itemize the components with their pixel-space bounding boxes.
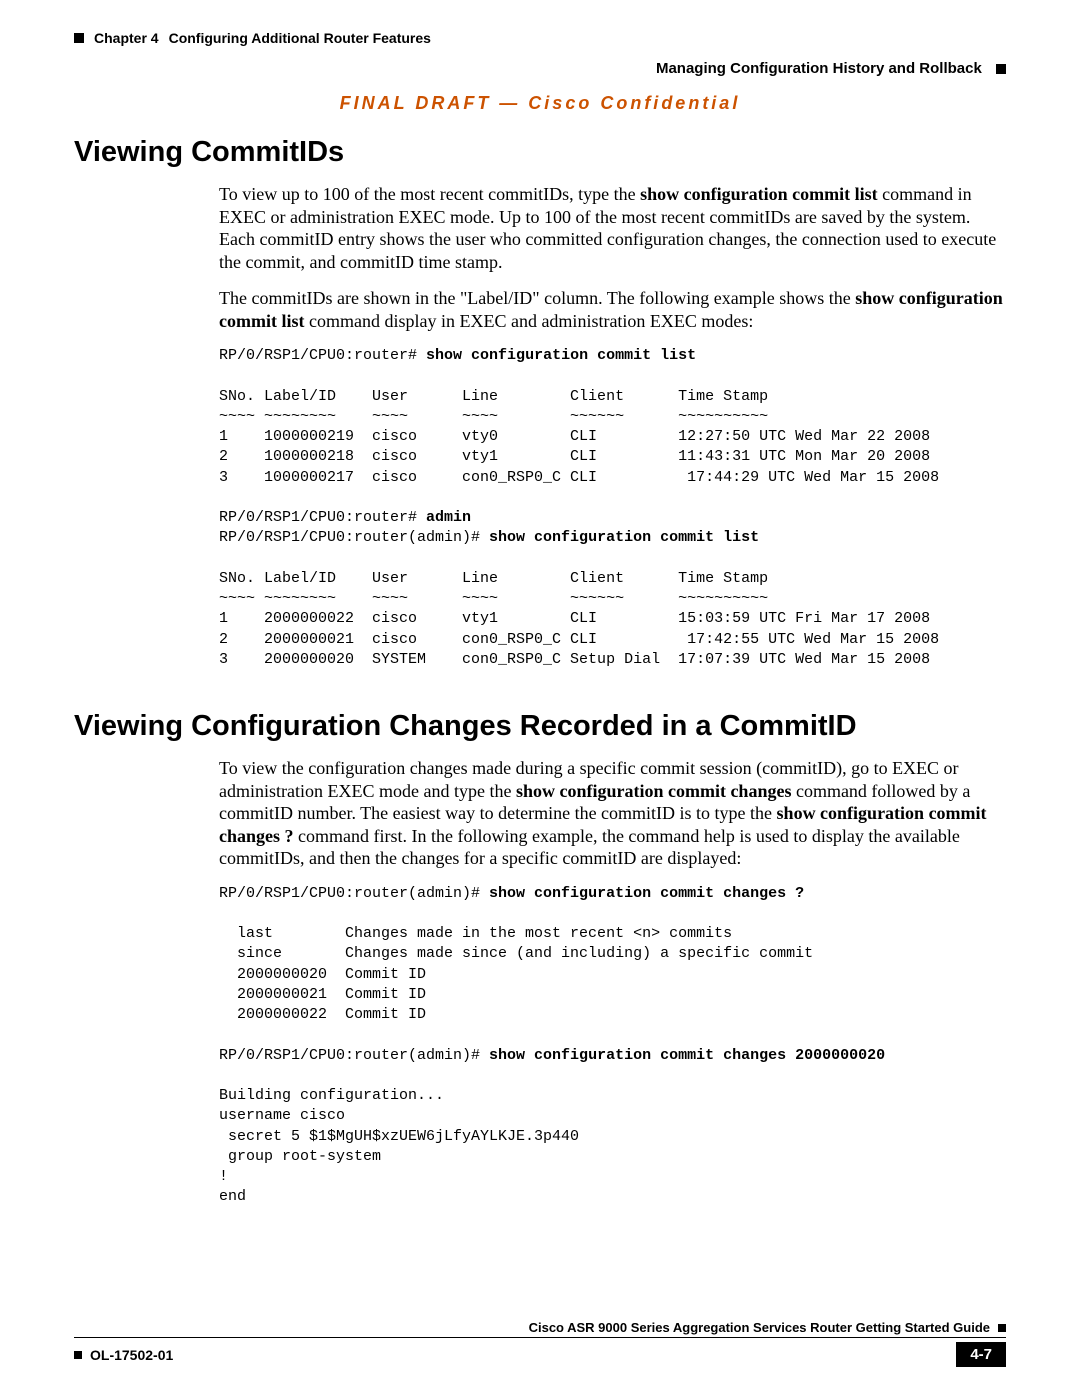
bullet-icon bbox=[996, 64, 1006, 74]
header-right: Managing Configuration History and Rollb… bbox=[74, 60, 1006, 77]
page-footer: Cisco ASR 9000 Series Aggregation Servic… bbox=[74, 1320, 1006, 1367]
chapter-number: Chapter 4 bbox=[94, 30, 159, 46]
paragraph: To view the configuration changes made d… bbox=[219, 757, 1006, 870]
paragraph: The commitIDs are shown in the "Label/ID… bbox=[219, 287, 1006, 332]
section-name: Managing Configuration History and Rollb… bbox=[656, 60, 982, 77]
header-left: Chapter 4 Configuring Additional Router … bbox=[74, 30, 431, 46]
cli-command: admin bbox=[426, 509, 471, 526]
paragraph: To view up to 100 of the most recent com… bbox=[219, 183, 1006, 273]
chapter-title: Configuring Additional Router Features bbox=[169, 30, 431, 46]
section-heading-1: Viewing CommitIDs bbox=[74, 136, 1006, 169]
cli-command: show configuration commit changes ? bbox=[489, 885, 804, 902]
section-1-body: To view up to 100 of the most recent com… bbox=[219, 183, 1006, 670]
guide-title: Cisco ASR 9000 Series Aggregation Servic… bbox=[529, 1320, 990, 1335]
section-heading-2: Viewing Configuration Changes Recorded i… bbox=[74, 710, 1006, 743]
page-header: Chapter 4 Configuring Additional Router … bbox=[74, 30, 1006, 46]
draft-banner: FINAL DRAFT — Cisco Confidential bbox=[74, 93, 1006, 114]
cli-output-1: RP/0/RSP1/CPU0:router# show configuratio… bbox=[219, 346, 1006, 670]
footer-left: OL-17502-01 bbox=[74, 1347, 173, 1363]
command-name: show configuration commit changes bbox=[516, 781, 792, 801]
bullet-icon bbox=[74, 33, 84, 43]
cli-command: show configuration commit list bbox=[489, 529, 759, 546]
command-name: show configuration commit list bbox=[640, 184, 878, 204]
bullet-icon bbox=[998, 1324, 1006, 1332]
footer-guide-line: Cisco ASR 9000 Series Aggregation Servic… bbox=[74, 1320, 1006, 1338]
cli-output-2: RP/0/RSP1/CPU0:router(admin)# show confi… bbox=[219, 884, 1006, 1208]
section-2-body: To view the configuration changes made d… bbox=[219, 757, 1006, 1208]
bullet-icon bbox=[74, 1351, 82, 1359]
cli-command: show configuration commit changes 200000… bbox=[489, 1047, 885, 1064]
page-number: 4-7 bbox=[956, 1342, 1006, 1367]
doc-number: OL-17502-01 bbox=[90, 1347, 173, 1363]
cli-command: show configuration commit list bbox=[426, 347, 696, 364]
